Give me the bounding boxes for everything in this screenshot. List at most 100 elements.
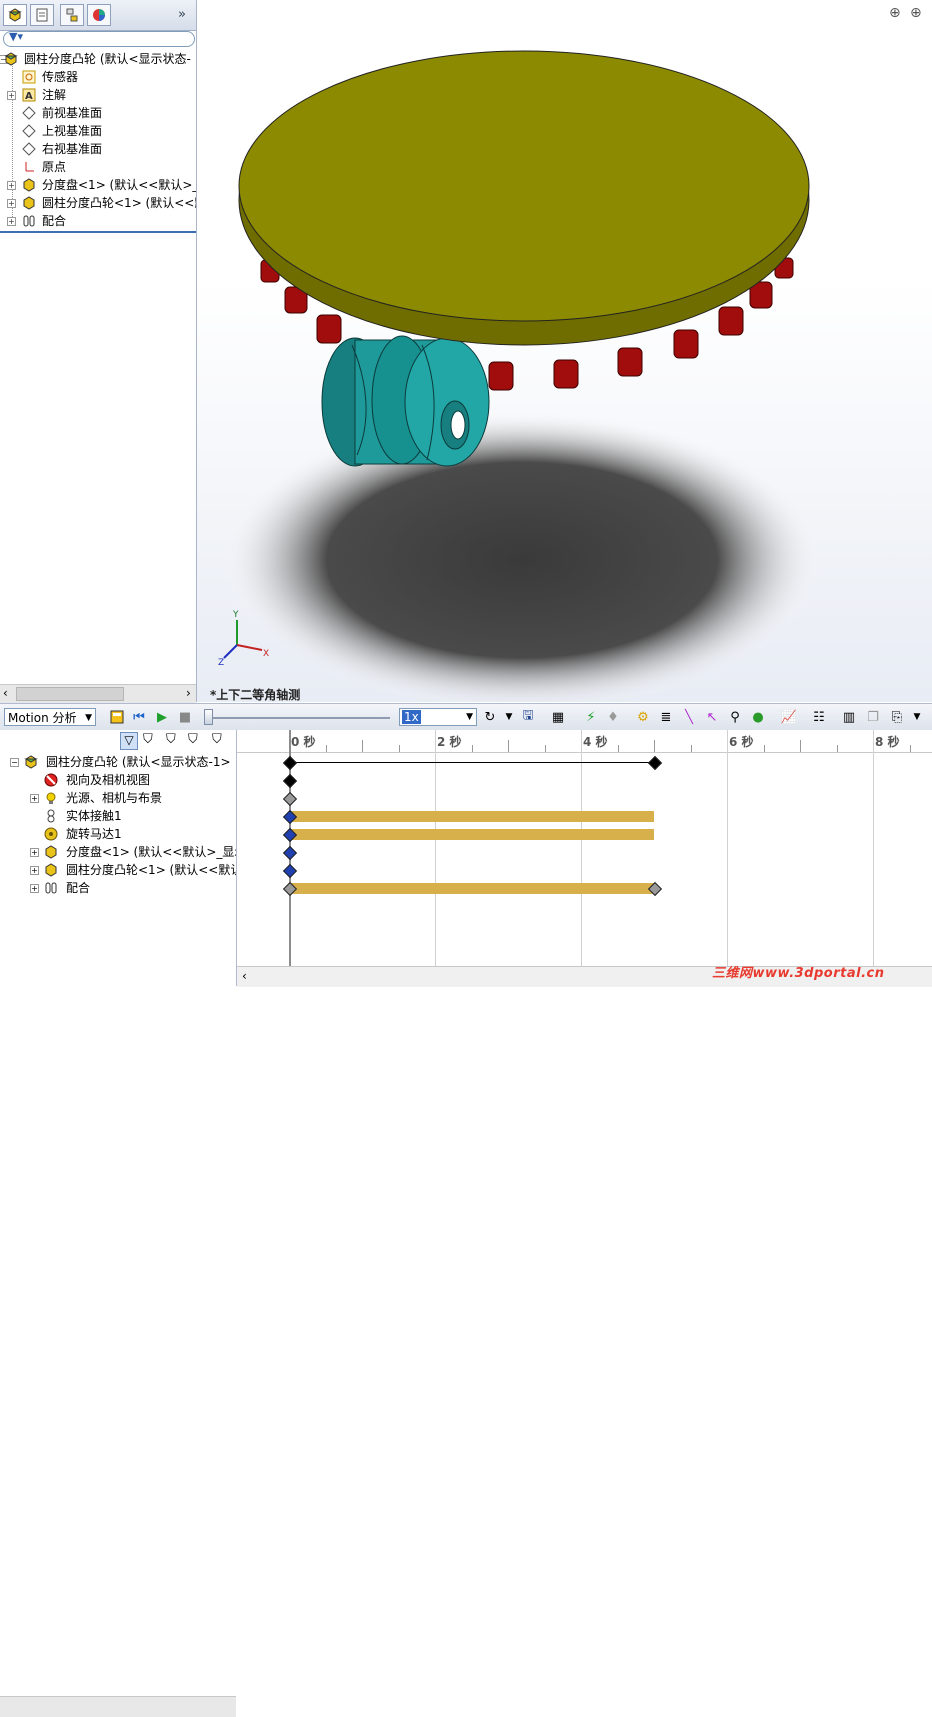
- timeline-key-point[interactable]: [282, 755, 298, 771]
- property-manager-tab-icon[interactable]: [30, 4, 54, 26]
- damper-icon[interactable]: ╲: [680, 708, 698, 726]
- simulation-setup-icon[interactable]: ▥: [840, 708, 858, 726]
- motion-tree-item-label: 圆柱分度凸轮<1> (默认<<默认: [66, 863, 236, 877]
- stop-button[interactable]: ■: [176, 708, 194, 726]
- expand-toggle-icon[interactable]: −: [10, 758, 19, 767]
- filter-results-icon[interactable]: ⛉: [188, 732, 198, 747]
- expand-toggle-icon[interactable]: +: [30, 884, 39, 893]
- feature-time-bar[interactable]: [289, 811, 654, 822]
- timeline-key-point[interactable]: [282, 791, 298, 807]
- feature-tree-item[interactable]: 传感器: [0, 68, 196, 86]
- feature-tree-item[interactable]: − 圆柱分度凸轮 (默认<显示状态-: [0, 50, 196, 68]
- expand-toggle-icon[interactable]: +: [30, 848, 39, 857]
- feature-tree-item[interactable]: 前视基准面: [0, 104, 196, 122]
- view-orientation-label: *上下二等角轴测: [210, 688, 301, 702]
- motion-study-properties-icon[interactable]: ☷: [810, 708, 828, 726]
- motion-tree-item[interactable]: − 圆柱分度凸轮 (默认<显示状态-1>: [0, 753, 236, 771]
- timeline-key-point[interactable]: [282, 845, 298, 861]
- graphics-viewport[interactable]: Y X Z ⊕ ⊕: [197, 0, 932, 702]
- play-from-start-button[interactable]: ⏮: [130, 708, 148, 726]
- part-icon: [44, 863, 58, 877]
- study-type-select[interactable]: Motion 分析 ▼: [4, 708, 96, 726]
- motion-tree-item[interactable]: + 配合: [0, 879, 236, 897]
- autokey-icon[interactable]: ⚡: [582, 708, 600, 726]
- mates-time-bar[interactable]: [289, 883, 654, 894]
- expand-toggle-icon[interactable]: +: [7, 91, 16, 100]
- zoom-to-fit-icon[interactable]: ⊕: [889, 5, 901, 21]
- motion-tree-item[interactable]: + 光源、相机与布景: [0, 789, 236, 807]
- motor-icon[interactable]: ⚙: [634, 708, 652, 726]
- motion-tree-item-label: 配合: [66, 881, 91, 895]
- contact-icon[interactable]: ⚲: [726, 708, 744, 726]
- filter-selected-icon[interactable]: ⛉: [166, 732, 176, 747]
- animation-wizard-icon[interactable]: ▦: [549, 708, 567, 726]
- filter-animated-icon[interactable]: ▽: [120, 732, 138, 750]
- scroll-left-icon[interactable]: ‹: [3, 686, 8, 700]
- feature-tree-item[interactable]: + 分度盘<1> (默认<<默认>_: [0, 176, 196, 194]
- playback-mode-icon[interactable]: ↻: [481, 708, 499, 726]
- timeline-gridline: [873, 730, 874, 966]
- feature-tree-item[interactable]: + 圆柱分度凸轮<1> (默认<<默: [0, 194, 196, 212]
- display-manager-tab-icon[interactable]: [87, 4, 111, 26]
- panel-tabs: »: [0, 0, 196, 31]
- force-icon[interactable]: ↖: [703, 708, 721, 726]
- motion-tree-scrollbar[interactable]: [0, 1696, 236, 1717]
- feature-time-bar[interactable]: [289, 829, 654, 840]
- assembly-icon: [24, 755, 38, 769]
- calculate-button[interactable]: [108, 708, 126, 726]
- feature-manager-tab-icon[interactable]: [3, 4, 27, 26]
- motion-tree-item[interactable]: 视向及相机视图: [0, 771, 236, 789]
- add-key-icon[interactable]: ♦: [604, 708, 622, 726]
- feature-tree-item[interactable]: 原点: [0, 158, 196, 176]
- timeline-gridline: [435, 730, 436, 966]
- feature-tree-item[interactable]: + 配合: [0, 212, 196, 230]
- gravity-icon[interactable]: ●: [749, 708, 767, 726]
- feature-tree-item[interactable]: + A 注解: [0, 86, 196, 104]
- timeline-key-point[interactable]: [647, 755, 663, 771]
- scroll-left-icon[interactable]: ‹: [242, 969, 247, 983]
- filter-sort-icon[interactable]: ⛉: [212, 732, 222, 747]
- assembly-time-bar[interactable]: [289, 762, 654, 763]
- timeline-ruler[interactable]: 0 秒 2 秒 4 秒 6 秒 8 秒: [237, 730, 932, 753]
- spring-icon[interactable]: ≣: [657, 708, 675, 726]
- motion-tree-item-label: 视向及相机视图: [66, 773, 151, 787]
- origin-icon: [22, 160, 36, 174]
- results-and-plots-icon[interactable]: 📈: [780, 708, 798, 726]
- chevron-down-icon[interactable]: ▼: [908, 708, 926, 726]
- scroll-right-icon[interactable]: ›: [186, 686, 191, 700]
- play-button[interactable]: ▶: [153, 708, 171, 726]
- motion-timeline[interactable]: 0 秒 2 秒 4 秒 6 秒 8 秒 ‹: [237, 730, 932, 987]
- zoom-to-area-icon[interactable]: ⊕: [910, 5, 922, 21]
- camera-view-icon: [44, 773, 58, 787]
- expand-toggle-icon[interactable]: +: [30, 794, 39, 803]
- part-icon: [22, 178, 36, 192]
- expand-toggle-icon[interactable]: +: [30, 866, 39, 875]
- playback-slider-track[interactable]: [204, 717, 390, 719]
- chevron-down-icon[interactable]: ▼: [500, 708, 518, 726]
- panel-expand-icon[interactable]: »: [178, 7, 186, 22]
- expand-toggle-icon[interactable]: +: [7, 217, 16, 226]
- playback-slider-thumb[interactable]: [204, 709, 213, 725]
- feature-tree-item[interactable]: 上视基准面: [0, 122, 196, 140]
- motion-filter-bar: ▽ ⛉ ⛉ ⛉ ⛉: [118, 730, 236, 752]
- tree-filter-input[interactable]: ▼▾: [3, 30, 195, 47]
- configuration-manager-tab-icon[interactable]: [60, 4, 84, 26]
- motion-manager-tree: ▽ ⛉ ⛉ ⛉ ⛉ − 圆柱分度凸轮 (默认<显示状态-1> 视向及相机视图 + 光源、…: [0, 730, 237, 1717]
- motion-tree-item[interactable]: 实体接触1: [0, 807, 236, 825]
- motion-tree-item[interactable]: + 分度盘<1> (默认<<默认>_显示: [0, 843, 236, 861]
- scroll-thumb[interactable]: [16, 687, 124, 701]
- motion-tree-item[interactable]: + 圆柱分度凸轮<1> (默认<<默认: [0, 861, 236, 879]
- left-horizontal-scrollbar[interactable]: ‹ ›: [0, 684, 196, 703]
- expand-toggle-icon[interactable]: +: [7, 181, 16, 190]
- playback-speed-value: 1x: [402, 710, 421, 724]
- motion-tree-item[interactable]: 旋转马达1: [0, 825, 236, 843]
- save-animation-icon[interactable]: 🖫: [519, 708, 537, 726]
- timeline-key-point[interactable]: [282, 773, 298, 789]
- playback-speed-select[interactable]: 1x ▼: [399, 708, 477, 726]
- filter-driving-icon[interactable]: ⛉: [143, 732, 153, 747]
- feature-tree-item[interactable]: 右视基准面: [0, 140, 196, 158]
- collapse-icon[interactable]: ❐: [864, 708, 882, 726]
- paste-icon[interactable]: ⎘: [888, 708, 906, 726]
- timeline-key-point[interactable]: [282, 863, 298, 879]
- expand-toggle-icon[interactable]: +: [7, 199, 16, 208]
